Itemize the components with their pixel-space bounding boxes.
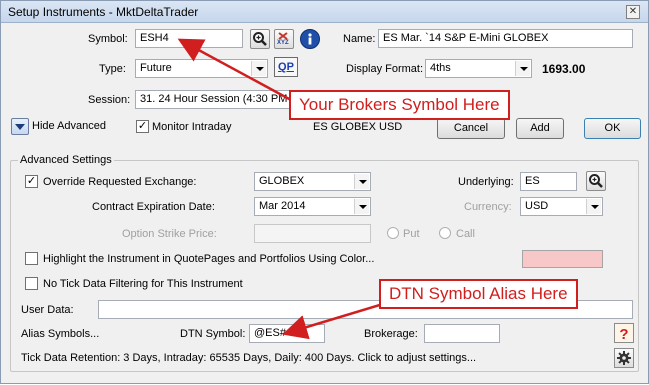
broker-symbol-callout: Your Brokers Symbol Here [289, 90, 510, 120]
annotation-arrows [177, 38, 384, 340]
dtn-symbol-callout: DTN Symbol Alias Here [379, 279, 578, 309]
setup-instruments-window: Setup Instruments - MktDeltaTrader ✕ Sym… [0, 0, 649, 384]
dtn-arrow [282, 302, 384, 340]
broker-arrow [177, 38, 292, 102]
